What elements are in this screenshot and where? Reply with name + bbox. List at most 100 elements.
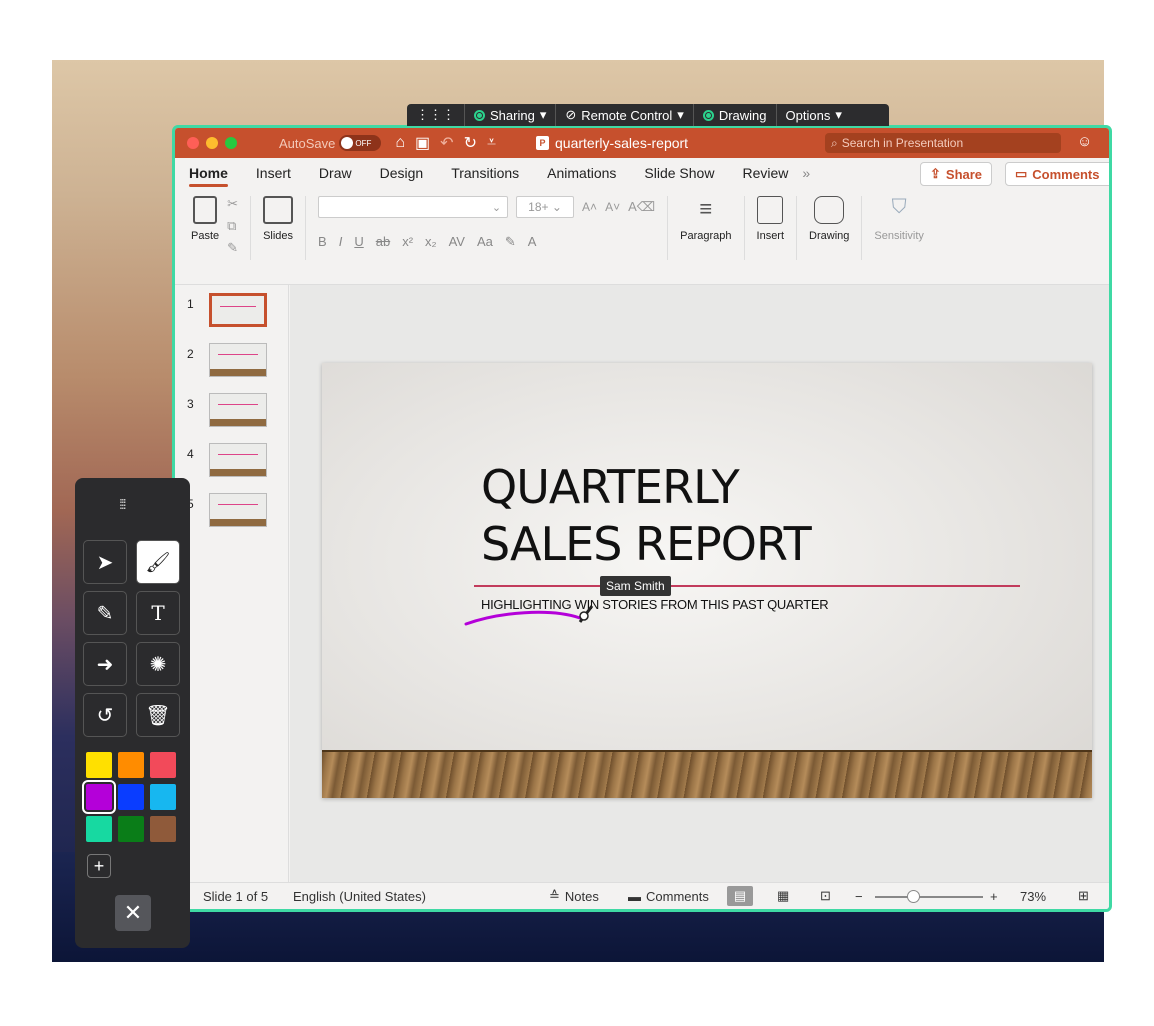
undo-icon[interactable]: ↶ <box>440 133 453 153</box>
minimize-window-button[interactable] <box>206 137 218 149</box>
home-icon[interactable]: ⌂ <box>395 134 405 152</box>
font-size-select[interactable]: 18+ ⌄ <box>516 196 575 218</box>
undo-drawing-button[interactable]: ↺ <box>83 693 127 737</box>
close-palette-button[interactable]: ✕ <box>115 895 151 931</box>
share-button[interactable]: ⇪ Share <box>920 162 993 186</box>
trash-icon: 🗑 <box>145 704 171 727</box>
color-swatch[interactable] <box>82 780 116 814</box>
toolbar-grip[interactable]: ⋮⋮⋮ <box>407 104 465 126</box>
save-icon[interactable]: ▣ <box>415 133 430 153</box>
zoom-slider[interactable] <box>875 896 983 898</box>
copy-icon[interactable]: ⧉ <box>227 218 238 234</box>
insert-button[interactable]: Insert <box>745 196 798 260</box>
select-tool-button[interactable]: ➤ <box>83 540 127 584</box>
comments-button[interactable]: ▭ Comments <box>1005 162 1109 186</box>
tab-slide-show[interactable]: Slide Show <box>644 165 714 181</box>
decrease-font-icon[interactable]: A˅ <box>605 200 620 214</box>
superscript-icon[interactable]: x² <box>402 234 413 250</box>
status-bar: Slide 1 of 5 English (United States) ≙ No… <box>175 882 1109 909</box>
slide-sorter-button[interactable]: ▦ <box>777 888 789 904</box>
arrow-tool-button[interactable]: ➜ <box>83 642 127 686</box>
zoom-level[interactable]: 73% <box>1020 889 1046 904</box>
slides-layout-icon <box>263 196 294 224</box>
clear-drawing-button[interactable]: 🗑 <box>136 693 180 737</box>
highlight-icon[interactable]: ✎ <box>505 234 516 250</box>
brush-tool-button[interactable]: 🖌 <box>136 540 180 584</box>
color-swatch[interactable] <box>86 752 112 778</box>
search-input[interactable]: ⌕ Search in Presentation <box>825 133 1061 153</box>
spotlight-tool-button[interactable]: ✺ <box>136 642 180 686</box>
slide-title[interactable]: QUARTERLY SALES REPORT <box>481 459 812 573</box>
slide-thumbnail-1[interactable] <box>209 293 267 327</box>
highlighter-tool-button[interactable]: ✎ <box>83 591 127 635</box>
drawing-button[interactable]: Drawing <box>797 196 863 260</box>
zoom-in-button[interactable]: + <box>990 889 998 904</box>
slide-thumbnail-5[interactable] <box>209 493 267 527</box>
presenter-view-button[interactable]: ⊡ <box>820 888 831 904</box>
brush-cursor-icon <box>578 605 594 623</box>
font-name-select[interactable]: ⌄ <box>318 196 509 218</box>
color-swatch[interactable] <box>150 816 176 842</box>
color-swatch[interactable] <box>118 784 144 810</box>
underline-icon[interactable]: U <box>354 234 363 250</box>
color-swatch[interactable] <box>118 816 144 842</box>
highlighter-icon: ✎ <box>96 602 114 625</box>
zoom-out-button[interactable]: − <box>855 889 863 904</box>
zoom-window-button[interactable] <box>225 137 237 149</box>
tab-animations[interactable]: Animations <box>547 165 616 181</box>
fit-to-window-icon[interactable]: ⊞ <box>1078 888 1089 904</box>
remote-control-menu[interactable]: ⊘ Remote Control ▾ <box>556 104 694 126</box>
tab-draw[interactable]: Draw <box>319 165 352 181</box>
text-icon: T <box>151 601 165 625</box>
font-color-icon[interactable]: A <box>528 234 537 250</box>
tab-home[interactable]: Home <box>189 165 228 187</box>
character-spacing-icon[interactable]: AV <box>449 234 465 250</box>
slide-thumbnail-4[interactable] <box>209 443 267 477</box>
normal-view-button[interactable]: ▤ <box>727 886 753 906</box>
paste-button[interactable]: Paste <box>191 196 219 242</box>
document-title: P quarterly-sales-report <box>536 135 688 151</box>
tab-transitions[interactable]: Transitions <box>451 165 519 181</box>
customize-toolbar-icon[interactable]: ⩡ <box>487 134 496 152</box>
autosave-toggle[interactable]: OFF <box>339 135 382 151</box>
more-tabs-icon[interactable]: » <box>802 165 810 181</box>
tab-insert[interactable]: Insert <box>256 165 291 181</box>
feedback-smiley-icon[interactable]: ☺ <box>1077 133 1092 150</box>
text-tool-button[interactable]: T <box>136 591 180 635</box>
tab-review[interactable]: Review <box>742 165 788 181</box>
comment-bubble-icon: ▬ <box>628 888 641 904</box>
insert-textbox-icon <box>757 196 784 224</box>
slides-button[interactable]: Slides <box>251 196 307 260</box>
paragraph-button[interactable]: ≡ Paragraph <box>668 196 745 260</box>
slide-thumbnail-3[interactable] <box>209 393 267 427</box>
palette-drag-handle-icon[interactable]: ⁞⁞⁞ <box>119 496 127 512</box>
color-swatch[interactable] <box>150 784 176 810</box>
comments-status-button[interactable]: ▬ Comments <box>628 889 709 904</box>
italic-icon[interactable]: I <box>339 234 343 250</box>
increase-font-icon[interactable]: A˄ <box>582 200 597 214</box>
current-slide[interactable]: QUARTERLY SALES REPORT HIGHLIGHTING WIN S… <box>322 363 1092 798</box>
notes-button[interactable]: ≙ Notes <box>549 888 599 904</box>
tab-design[interactable]: Design <box>380 165 424 181</box>
add-color-button[interactable]: + <box>87 854 111 878</box>
autosave-control[interactable]: AutoSave OFF <box>279 135 382 151</box>
subscript-icon[interactable]: x₂ <box>425 234 437 250</box>
bold-icon[interactable]: B <box>318 234 327 250</box>
strikethrough-icon[interactable]: ab <box>376 234 390 250</box>
options-menu[interactable]: Options ▾ <box>777 104 851 126</box>
sensitivity-button[interactable]: ⛉ Sensitivity <box>862 196 936 260</box>
close-window-button[interactable] <box>187 137 199 149</box>
language-indicator[interactable]: English (United States) <box>293 889 426 904</box>
color-swatch[interactable] <box>86 816 112 842</box>
slide-thumbnail-2[interactable] <box>209 343 267 377</box>
drawing-toggle[interactable]: Drawing <box>694 104 777 126</box>
color-swatch[interactable] <box>150 752 176 778</box>
format-painter-icon[interactable]: ✎ <box>227 240 238 256</box>
sharing-menu[interactable]: Sharing ▾ <box>465 104 557 126</box>
color-swatch[interactable] <box>118 752 144 778</box>
cut-icon[interactable]: ✂ <box>227 196 238 212</box>
zoom-slider-handle[interactable] <box>907 890 920 903</box>
redo-icon[interactable]: ↻ <box>464 133 477 153</box>
change-case-icon[interactable]: Aa <box>477 234 493 250</box>
clear-formatting-icon[interactable]: A⌫ <box>628 199 655 215</box>
